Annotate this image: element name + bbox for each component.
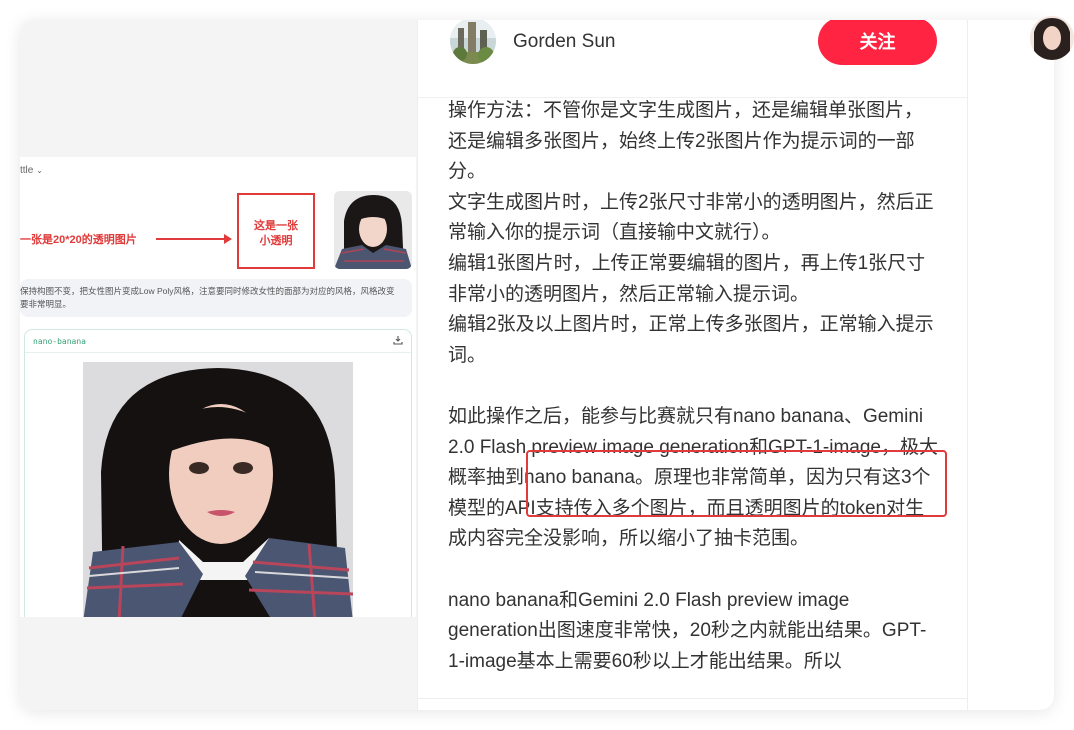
arrow-head-icon (224, 234, 232, 244)
body-paragraph: 编辑1张图片时，上传正常要编辑的图片，再上传1张尺寸非常小的透明图片，然后正常输… (448, 252, 926, 305)
note-content-pane: Gorden Sun 关注 操作方法：不管你是文字生成图片，还是编辑单张图片，还… (418, 20, 968, 710)
model-tag: nano-banana (33, 337, 86, 346)
post-card: ttle ⌄ 一张是20*20的透明图片 这是一张 小透明 保持构图不变，把女性… (20, 20, 1054, 710)
body-paragraph: 如此操作之后，能参与比赛就只有nano banana、Gemini 2.0 Fl… (448, 405, 938, 550)
follow-button[interactable]: 关注 (818, 20, 937, 65)
body-paragraph: 操作方法：不管你是文字生成图片，还是编辑单张图片，还是编辑多张图片，始终上传2张… (448, 100, 924, 183)
image-pane[interactable]: ttle ⌄ 一张是20*20的透明图片 这是一张 小透明 保持构图不变，把女性… (20, 20, 418, 710)
embedded-screenshot: ttle ⌄ 一张是20*20的透明图片 这是一张 小透明 保持构图不变，把女性… (20, 157, 416, 617)
chevron-down-icon: ⌄ (36, 166, 43, 175)
model-dropdown: ttle ⌄ (20, 165, 43, 176)
author-bar: Gorden Sun 关注 (418, 20, 968, 98)
author-avatar[interactable] (450, 20, 496, 64)
result-card: nano-banana (24, 329, 412, 617)
divider (25, 352, 411, 353)
body-paragraph: 文字生成图片时，上传2张尺寸非常小的透明图片，然后正常输入你的提示词（直接输中文… (448, 191, 934, 244)
tiny-image-label: 这是一张 (254, 220, 298, 232)
arrow-line (156, 238, 226, 240)
user-avatar[interactable] (1030, 16, 1074, 60)
note-body: 操作方法：不管你是文字生成图片，还是编辑单张图片，还是编辑多张图片，始终上传2张… (448, 96, 938, 677)
bottom-divider (418, 698, 968, 699)
prompt-text: 要非常明显。 (20, 299, 72, 309)
model-dropdown-label: ttle (20, 165, 34, 176)
annotation-text: 一张是20*20的透明图片 (20, 234, 137, 246)
body-paragraph: nano banana和Gemini 2.0 Flash preview ima… (448, 589, 927, 672)
author-name[interactable]: Gorden Sun (513, 31, 615, 53)
generated-portrait (83, 362, 353, 617)
prompt-bubble: 保持构图不变，把女性图片变成Low Poly风格，注意要同时修改女性的面部为对应… (20, 279, 412, 317)
tiny-image-box: 这是一张 小透明 (237, 193, 315, 269)
download-icon[interactable] (393, 335, 403, 347)
input-image-thumbnail (334, 191, 412, 269)
tiny-image-label: 小透明 (259, 235, 293, 247)
pane-divider (967, 20, 968, 710)
prompt-text: 保持构图不变，把女性图片变成Low Poly风格，注意要同时修改女性的面部为对应… (20, 286, 395, 296)
body-paragraph: 编辑2张及以上图片时，正常上传多张图片，正常输入提示词。 (448, 314, 934, 366)
